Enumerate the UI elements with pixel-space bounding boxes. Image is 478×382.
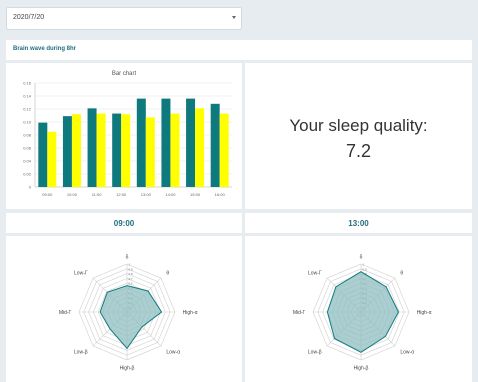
radar-axis-label: Low-α [400,349,414,355]
radar-axis-label: Low-Γ [308,271,322,277]
chevron-down-icon [232,16,236,19]
radar-chart-left: 0.10.20.30.40.50.60.70.80.91δθHigh-αLow-… [59,254,198,372]
radar-axis-label: High-α [183,310,198,316]
y-tick-label: 0.10 [23,120,32,125]
bar [62,116,72,187]
radar-axis-label: Low-β [308,349,322,355]
radar-axis-label: Mid-Γ [293,310,306,316]
radar-axis-label: θ [166,271,169,277]
bar [170,113,180,187]
radar-ring-label: 0.6 [129,282,134,286]
bar [161,98,171,187]
x-tick-label: 09:00 [42,192,53,197]
sleep-quality-card: Your sleep quality: 7.2 [245,63,472,209]
y-tick-label: 0.02 [23,172,32,177]
radar-ring-label: 1 [129,263,131,267]
bar [96,113,106,187]
radar-card-left: 0.10.20.30.40.50.60.70.80.91δθHigh-αLow-… [6,236,242,382]
sleep-quality-value: 7.2 [345,141,372,161]
bar [87,108,97,187]
bar [136,98,146,187]
date-select[interactable]: 2020/7/20 [6,7,242,30]
x-tick-label: 11:00 [92,192,102,197]
x-tick-label: 16:00 [215,192,226,197]
y-tick-label: 0.14 [23,94,32,99]
y-tick-label: 0.04 [23,159,32,164]
radar-ring-label: 0.8 [129,272,134,276]
section-title: Brain wave during 8hr [13,46,77,52]
radar-axis-label: θ [400,271,403,277]
bar-chart-card: Bar chart 0 0.02 0.04 0.06 0.08 0.10 0.12 0.14 0.… [6,63,242,209]
y-tick-label: 0.12 [23,107,32,112]
radar-axis-label: High-β [120,366,135,372]
radar-ring-label: 0.7 [129,277,134,281]
radar-area [326,271,400,353]
radar-area [99,285,163,350]
bar [145,117,155,187]
x-tick-label: 15:00 [190,192,201,197]
x-tick-label: 12:00 [116,192,127,197]
bar-chart: Bar chart 0 0.02 0.04 0.06 0.08 0.10 0.12 0.14 0.… [23,71,232,197]
x-tick-label: 14:00 [165,192,176,197]
y-tick-label: 0.08 [23,133,32,138]
time-header-right: 13:00 [245,213,472,233]
radar-axis-label: High-β [354,366,369,372]
radar-ring-label: 0.9 [129,267,134,271]
radar-chart-right: 0.10.20.30.40.50.60.70.80.91δθHigh-αLow-… [293,254,432,372]
bar [112,113,122,187]
sleep-quality-label: Your sleep quality: [289,116,428,135]
bar [38,122,48,187]
bar [47,131,57,187]
radar-axis-label: Low-α [166,349,180,355]
radar-card-right: 0.10.20.30.40.50.60.70.80.91δθHigh-αLow-… [245,236,472,382]
date-select-value: 2020/7/20 [13,14,45,21]
bar [186,98,196,187]
bar [219,113,229,187]
bar [121,114,131,187]
radar-axis-label: High-α [417,310,432,316]
y-tick-label: 0.16 [23,81,32,86]
y-tick-label: 0.06 [23,146,32,151]
bar [210,103,220,187]
x-tick-label: 10:00 [67,192,78,197]
radar-axis-label: δ [360,254,363,260]
radar-ring-label: 0.9 [363,267,368,271]
radar-axis-label: δ [126,254,129,260]
radar-ring-label: 1 [363,263,365,267]
time-label-left: 09:00 [113,219,135,228]
radar-axis-label: Low-Γ [74,271,88,277]
y-tick-label: 0 [29,185,32,190]
x-tick-label: 13:00 [141,192,152,197]
bar [195,108,205,187]
radar-axis-label: Mid-Γ [59,310,72,316]
bar [71,114,81,187]
chart-title: Bar chart [112,71,137,77]
section-title-bar: Brain wave during 8hr [6,40,472,60]
radar-axis-label: Low-β [74,349,88,355]
time-header-left: 09:00 [6,213,242,233]
time-label-right: 13:00 [348,219,369,228]
